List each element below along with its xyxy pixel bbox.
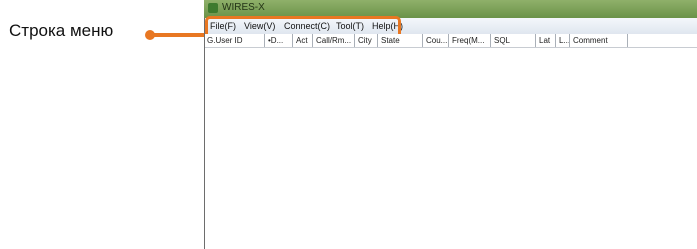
column-header-comment[interactable]: Comment — [570, 34, 628, 47]
column-header-country[interactable]: Cou... — [423, 34, 449, 47]
callout-label: Строка меню — [9, 21, 114, 40]
column-header-call-room[interactable]: Call/Rm... — [313, 34, 355, 47]
app-icon — [208, 3, 218, 13]
column-header-d[interactable]: •D... — [265, 34, 293, 47]
list-body[interactable] — [204, 48, 697, 249]
column-header-state[interactable]: State — [378, 34, 423, 47]
column-header-user-id[interactable]: G.User ID — [204, 34, 265, 47]
window-left-border — [204, 18, 205, 249]
callout-connector-dot — [145, 30, 155, 40]
column-header-lat[interactable]: Lat — [536, 34, 556, 47]
column-header-freq[interactable]: Freq(M... — [449, 34, 491, 47]
callout-connector-line — [148, 33, 206, 37]
list-header: G.User ID •D... Act Call/Rm... City Stat… — [204, 34, 697, 48]
window-title: WIRES-X — [222, 2, 265, 13]
app-window: WIRES-X File(F) View(V) Connect(C) Tool(… — [204, 0, 697, 249]
column-header-sql[interactable]: SQL — [491, 34, 536, 47]
column-header-lon[interactable]: L... — [556, 34, 570, 47]
column-header-city[interactable]: City — [355, 34, 378, 47]
column-header-act[interactable]: Act — [293, 34, 313, 47]
